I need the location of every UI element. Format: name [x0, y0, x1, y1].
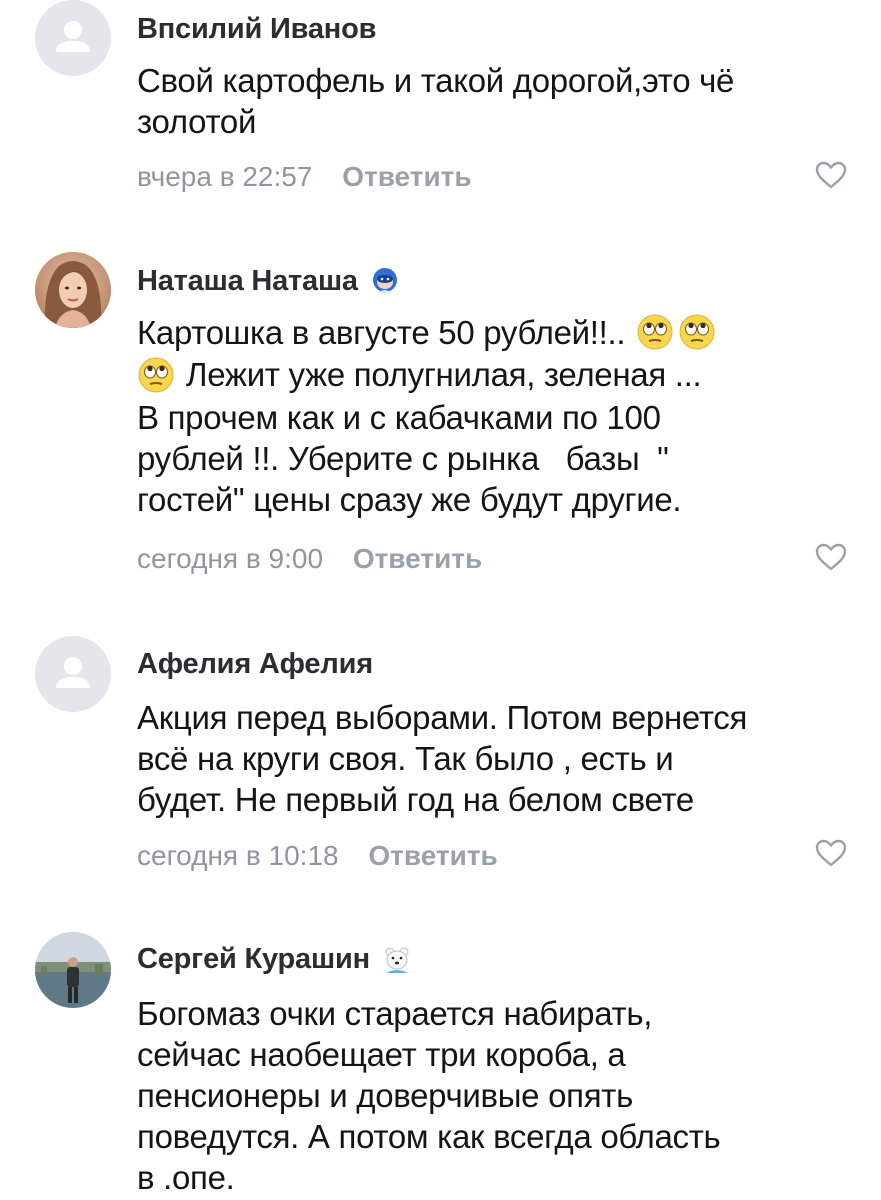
- author-name[interactable]: Афелия Афелия: [137, 648, 373, 680]
- reply-button[interactable]: Ответить: [368, 840, 497, 871]
- comment-timestamp: вчера в 22:57: [137, 161, 313, 192]
- comment-text-line: Акция перед выборами. Потом вернется: [137, 699, 748, 736]
- comment-text-line: всё на круги своя. Так было , есть и: [137, 740, 674, 777]
- comment-timestamp: сегодня в 10:18: [137, 840, 339, 871]
- comment-text-line: гостей" цены сразу же будут другие.: [137, 480, 682, 518]
- heart-outline-icon[interactable]: [814, 160, 848, 190]
- text-fragment: Лежит уже полугнилая, зеленая ...: [185, 356, 702, 394]
- comment-meta: вчера в 22:57 Ответить: [137, 161, 472, 193]
- comment-author[interactable]: Афелия Афелия: [137, 648, 373, 681]
- comment-text-line: пенсионеры и доверчивые опять: [137, 1077, 634, 1114]
- avatar[interactable]: [35, 252, 111, 328]
- heart-outline-icon[interactable]: [814, 542, 848, 572]
- avatar[interactable]: [35, 932, 111, 1008]
- comment-text-line: Лежит уже полугнилая, зеленая ...: [137, 354, 857, 396]
- comment-text-line: Свой картофель и такой дорогой,это чё: [137, 62, 735, 99]
- eye-roll-emoji-icon: [679, 314, 715, 350]
- user-photo-man-outdoors: [35, 932, 111, 1008]
- comment-text-line: Картошка в августе 50 рублей!!..: [137, 312, 857, 354]
- author-name[interactable]: Впсилий Иванов: [137, 13, 376, 45]
- astronaut-emoji-icon: [372, 268, 397, 294]
- comment-text-line: Богомаз очки старается набирать,: [137, 995, 653, 1032]
- eye-roll-emoji-icon: [637, 314, 673, 350]
- comment-text-line: В прочем как и с кабачками по 100: [137, 398, 661, 436]
- comment-author[interactable]: Наташа Наташа: [137, 265, 400, 298]
- default-user-icon: [35, 636, 111, 712]
- polar-bear-emoji-icon: [385, 947, 409, 974]
- comment-text: Богомаз очки старается набирать, сейчас …: [137, 993, 857, 1198]
- comment-text: Свой картофель и такой дорогой,это чё зо…: [137, 60, 857, 142]
- comment-text-line: сейчас наобещает три короба, а: [137, 1036, 626, 1073]
- default-user-icon: [35, 0, 111, 76]
- comment-meta: сегодня в 9:00 Ответить: [137, 543, 482, 575]
- avatar[interactable]: [35, 0, 111, 76]
- avatar[interactable]: [35, 636, 111, 712]
- reply-button[interactable]: Ответить: [353, 543, 482, 574]
- reply-button[interactable]: Ответить: [342, 161, 471, 192]
- comment-author[interactable]: Впсилий Иванов: [137, 13, 376, 46]
- comment-text-line: золотой: [137, 103, 257, 140]
- comment-timestamp: сегодня в 9:00: [137, 543, 324, 574]
- author-name[interactable]: Наташа Наташа: [137, 265, 358, 297]
- heart-outline-icon[interactable]: [814, 838, 848, 868]
- comment-text: Картошка в августе 50 рублей!!.. Лежит у…: [137, 312, 857, 520]
- comment-text-line: будет. Не первый год на белом свете: [137, 781, 694, 818]
- comment-author[interactable]: Сергей Курашин: [137, 943, 412, 976]
- eye-roll-emoji-icon: [138, 357, 174, 393]
- comment-meta: сегодня в 10:18 Ответить: [137, 840, 498, 872]
- user-photo-woman: [35, 252, 111, 328]
- author-name[interactable]: Сергей Курашин: [137, 943, 370, 975]
- comment-text-line: в .опе.: [137, 1159, 235, 1196]
- comment-text-line: рублей !!. Уберите с рынка базы ": [137, 439, 669, 477]
- comment-text: Акция перед выборами. Потом вернется всё…: [137, 697, 857, 820]
- comment-text-line: поведутся. А потом как всегда область: [137, 1118, 721, 1155]
- text-fragment: Картошка в августе 50 рублей!!..: [137, 314, 626, 351]
